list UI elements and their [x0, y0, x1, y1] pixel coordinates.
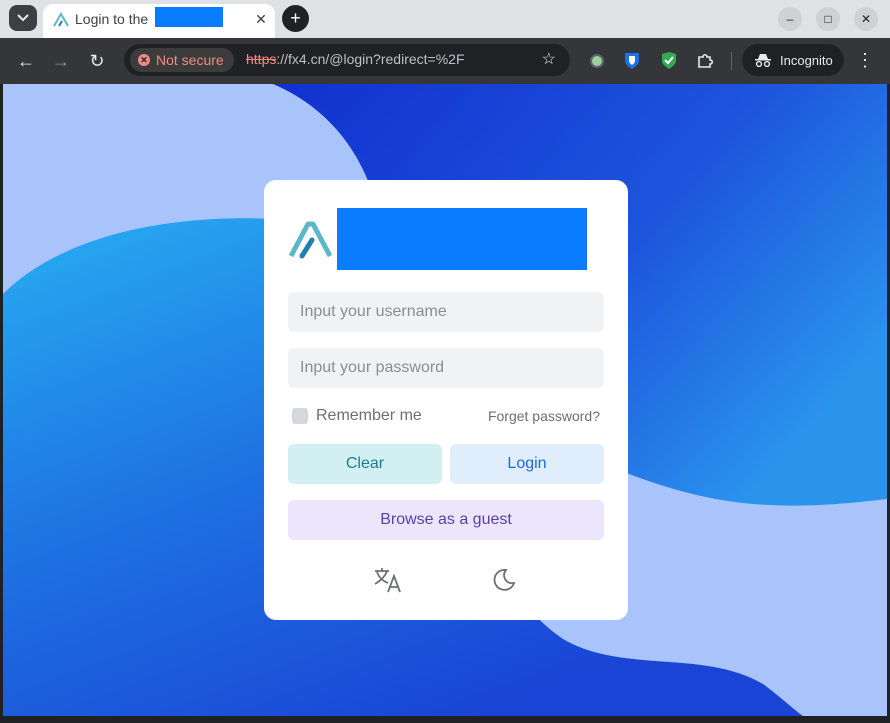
shield-check-icon[interactable] — [659, 51, 679, 71]
dark-mode-icon[interactable] — [488, 564, 520, 596]
url-scheme: https — [246, 51, 277, 67]
toolbar-divider — [731, 52, 732, 70]
active-tab[interactable]: Login to the ✕ — [43, 4, 275, 38]
bookmark-star-icon[interactable]: ☆ — [542, 49, 556, 69]
extensions-puzzle-icon[interactable] — [695, 51, 715, 71]
remember-me-control[interactable]: Remember me — [292, 407, 422, 425]
login-card: Remember me Forget password? Clear Login… — [264, 180, 628, 620]
minimize-button[interactable]: – — [778, 7, 802, 31]
url-text[interactable]: https://fx4.cn/@login?redirect=%2F — [246, 51, 465, 67]
url-path: ://fx4.cn/@login?redirect=%2F — [276, 51, 465, 67]
incognito-badge[interactable]: Incognito — [742, 44, 844, 76]
app-logo-icon — [288, 221, 333, 259]
redacted-block — [155, 7, 223, 27]
back-button[interactable]: ← — [12, 47, 40, 75]
forward-button[interactable]: → — [47, 47, 75, 75]
browser-menu-icon[interactable]: ⋮ — [855, 48, 875, 74]
chevron-down-icon — [17, 14, 29, 22]
reload-button[interactable]: ↻ — [83, 47, 111, 75]
forget-password-link[interactable]: Forget password? — [488, 408, 600, 424]
app-logo-icon — [53, 12, 69, 27]
guest-button[interactable]: Browse as a guest — [288, 500, 604, 540]
password-input[interactable] — [288, 348, 604, 388]
security-label: Not secure — [156, 52, 224, 68]
maximize-button[interactable]: □ — [816, 7, 840, 31]
close-window-button[interactable]: ✕ — [854, 7, 878, 31]
close-tab-icon[interactable]: ✕ — [251, 9, 271, 29]
security-chip[interactable]: ✕ Not secure — [130, 48, 234, 72]
clear-button[interactable]: Clear — [288, 444, 442, 484]
username-input[interactable] — [288, 292, 604, 332]
tab-search-button[interactable] — [9, 5, 37, 31]
new-tab-button[interactable]: + — [282, 5, 309, 32]
extension-circle-icon[interactable] — [587, 51, 607, 71]
address-bar[interactable]: ✕ Not secure https://fx4.cn/@login?redir… — [124, 44, 570, 76]
remember-me-label: Remember me — [316, 407, 422, 424]
page-viewport: Remember me Forget password? Clear Login… — [3, 84, 887, 716]
password-manager-shield-icon[interactable] — [622, 51, 642, 71]
incognito-label: Incognito — [780, 52, 833, 68]
browser-toolbar: ← → ↻ ✕ Not secure https://fx4.cn/@login… — [0, 38, 890, 84]
incognito-icon — [755, 54, 771, 67]
redacted-site-title — [337, 208, 587, 270]
browser-window: Login to the ✕ + – □ ✕ ← → ↻ ✕ Not secur… — [0, 0, 890, 723]
tab-strip: Login to the ✕ + – □ ✕ — [0, 0, 890, 38]
remember-me-checkbox[interactable] — [292, 408, 308, 424]
login-button[interactable]: Login — [450, 444, 604, 484]
warning-icon: ✕ — [138, 54, 150, 66]
translate-icon[interactable] — [372, 564, 404, 596]
